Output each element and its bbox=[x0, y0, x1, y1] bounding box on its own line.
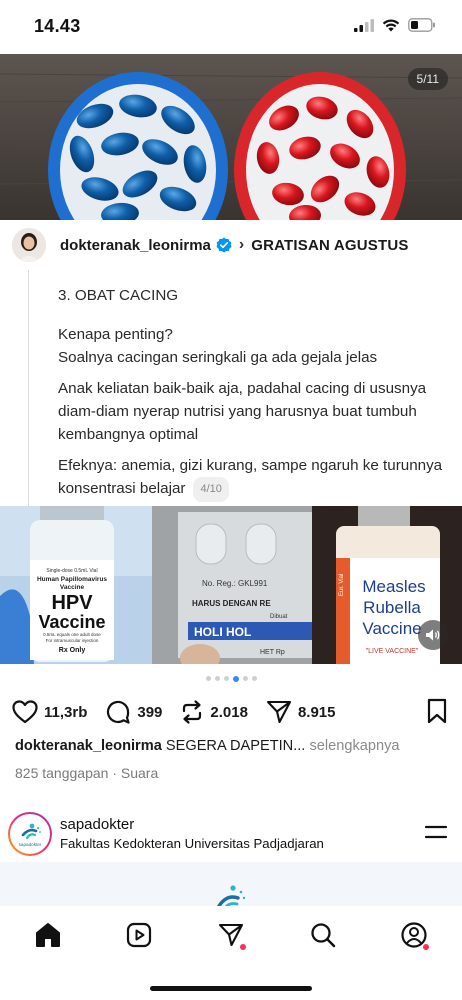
carousel-dot bbox=[205, 676, 211, 681]
quoted-post-body[interactable]: 3. OBAT CACING Kenapa penting? Soalnya c… bbox=[0, 270, 462, 506]
post-actions: 11,3rb 399 2.018 8.915 bbox=[12, 696, 452, 728]
hero-image[interactable]: 5/11 bbox=[0, 54, 462, 220]
wifi-icon bbox=[382, 19, 400, 32]
blister-het: HET Rp bbox=[260, 649, 285, 656]
hpv-line2: Human Papillomavirus bbox=[37, 576, 107, 583]
caption-more-link[interactable]: selengkapnya bbox=[309, 738, 399, 754]
reposts-count: 2.018 bbox=[210, 703, 248, 721]
sapadokter-logo-icon: sapadokter bbox=[19, 823, 42, 847]
quoted-username[interactable]: dokteranak_leonirma bbox=[60, 237, 211, 254]
caption-text: SEGERA DAPETIN... bbox=[165, 738, 306, 754]
hpv-line3: Vaccine bbox=[60, 584, 85, 591]
comments-count: 399 bbox=[137, 703, 163, 721]
blister-warn: HARUS DENGAN RE bbox=[192, 599, 271, 608]
next-post-header[interactable]: sapadokter sapadokter Fakultas Kedoktera… bbox=[0, 808, 462, 860]
status-icons bbox=[354, 18, 436, 32]
hpv-rx: Rx Only bbox=[59, 647, 86, 654]
avatar[interactable] bbox=[12, 228, 46, 262]
mr-live: "LIVE VACCINE" bbox=[366, 648, 419, 655]
comment-icon bbox=[107, 700, 130, 724]
chevron-right-icon: › bbox=[238, 236, 245, 253]
responses-meta[interactable]: 825 tanggapan · Suara bbox=[15, 765, 158, 781]
carousel-dots bbox=[0, 675, 462, 682]
mr-title2: Rubella bbox=[363, 598, 421, 617]
status-bar: 14.43 bbox=[0, 0, 462, 54]
caption-username[interactable]: dokteranak_leonirma bbox=[15, 738, 162, 754]
home-icon bbox=[36, 923, 60, 947]
bookmark-icon[interactable] bbox=[426, 698, 448, 724]
hpv-vaccine-image: Single-dose 0.5mL Vial Human Papillomavi… bbox=[0, 506, 152, 664]
carousel-dot bbox=[214, 676, 220, 681]
blister-brand: HOLI HOL bbox=[194, 625, 251, 639]
quoted-paragraph-3: Efeknya: anemia, gizi kurang, sampe ngar… bbox=[58, 457, 443, 497]
hpv-line1: Single-dose 0.5mL Vial bbox=[46, 568, 97, 574]
nav-reels[interactable] bbox=[124, 920, 154, 950]
more-options-icon[interactable] bbox=[424, 824, 448, 840]
quoted-paragraph-3-wrap: Efeknya: anemia, gizi kurang, sampe ngar… bbox=[58, 454, 450, 502]
bottom-navigation bbox=[0, 906, 462, 1000]
quoted-text: 3. OBAT CACING Kenapa penting? Soalnya c… bbox=[58, 284, 450, 510]
signal-icon bbox=[354, 18, 374, 32]
mr-side: Eur. Vial bbox=[339, 574, 345, 596]
mr-title1: Measles bbox=[362, 577, 425, 596]
caption[interactable]: dokteranak_leonirma SEGERA DAPETIN... se… bbox=[15, 738, 455, 754]
blister-dibuat: Dibuat bbox=[270, 614, 288, 620]
home-indicator bbox=[150, 986, 312, 991]
quoted-paragraph-2: Anak keliatan baik-baik aja, padahal cac… bbox=[58, 380, 427, 443]
thread-line bbox=[28, 270, 29, 506]
avatar: sapadokter bbox=[10, 814, 50, 854]
reels-icon bbox=[126, 922, 152, 948]
hpv-title2: Vaccine bbox=[38, 612, 105, 632]
status-time: 14.43 bbox=[34, 16, 81, 36]
repost-button[interactable]: 2.018 bbox=[180, 699, 248, 725]
carousel-dot bbox=[251, 676, 257, 681]
avatar-photo bbox=[12, 228, 46, 262]
page-indicator: 5/11 bbox=[407, 68, 448, 90]
nav-messages[interactable] bbox=[216, 920, 246, 950]
next-post-media[interactable] bbox=[0, 862, 462, 910]
repost-icon bbox=[183, 700, 202, 724]
sound-button[interactable] bbox=[418, 620, 448, 650]
share-button[interactable]: 8.915 bbox=[266, 700, 336, 724]
nav-search[interactable] bbox=[308, 920, 338, 950]
hpv-title1: HPV bbox=[51, 592, 93, 614]
story-ring[interactable]: sapadokter bbox=[8, 812, 52, 856]
image-strip[interactable]: Single-dose 0.5mL Vial Human Papillomavi… bbox=[0, 506, 462, 664]
send-icon bbox=[266, 700, 292, 724]
heart-icon bbox=[12, 700, 38, 724]
hpv-small2: For intramuscular injection bbox=[46, 638, 99, 643]
like-button[interactable]: 11,3rb bbox=[12, 700, 87, 724]
hpv-small1: 0.5mL equals one adult dose bbox=[43, 632, 101, 637]
carousel-dot-active bbox=[232, 675, 239, 682]
mr-title3: Vaccine bbox=[362, 619, 421, 638]
search-icon bbox=[311, 923, 336, 948]
verified-badge-icon bbox=[216, 237, 232, 253]
quoted-paragraph-1: Kenapa penting? Soalnya cacingan seringk… bbox=[58, 326, 378, 366]
notification-dot bbox=[423, 944, 429, 950]
notification-dot bbox=[240, 944, 246, 950]
deworming-blister-image: No. Reg.: GKL991 HARUS DENGAN RE Dibuat … bbox=[152, 506, 312, 664]
avatar-wordmark: sapadokter bbox=[19, 842, 42, 847]
carousel-dot bbox=[223, 676, 229, 681]
quoted-heading: 3. OBAT CACING bbox=[58, 287, 179, 304]
nav-home[interactable] bbox=[33, 920, 63, 950]
likes-count: 11,3rb bbox=[44, 703, 88, 721]
quoted-counter: 4/10 bbox=[193, 477, 229, 502]
carousel-dot bbox=[242, 676, 248, 681]
comment-button[interactable]: 399 bbox=[105, 699, 162, 725]
nav-profile[interactable] bbox=[399, 920, 429, 950]
shares-count: 8.915 bbox=[297, 703, 336, 721]
battery-icon bbox=[408, 18, 435, 32]
sapadokter-logo-icon bbox=[217, 885, 246, 910]
speaker-icon bbox=[426, 629, 440, 641]
capsule-photo bbox=[0, 54, 462, 220]
next-post-username[interactable]: sapadokter bbox=[60, 816, 134, 833]
next-post-subtitle[interactable]: Fakultas Kedokteran Universitas Padjadja… bbox=[60, 836, 324, 851]
blister-reg: No. Reg.: GKL991 bbox=[202, 579, 268, 588]
quoted-post-header[interactable]: dokteranak_leonirma › GRATISAN AGUSTUS bbox=[0, 220, 462, 270]
quoted-tag[interactable]: GRATISAN AGUSTUS bbox=[251, 237, 408, 254]
